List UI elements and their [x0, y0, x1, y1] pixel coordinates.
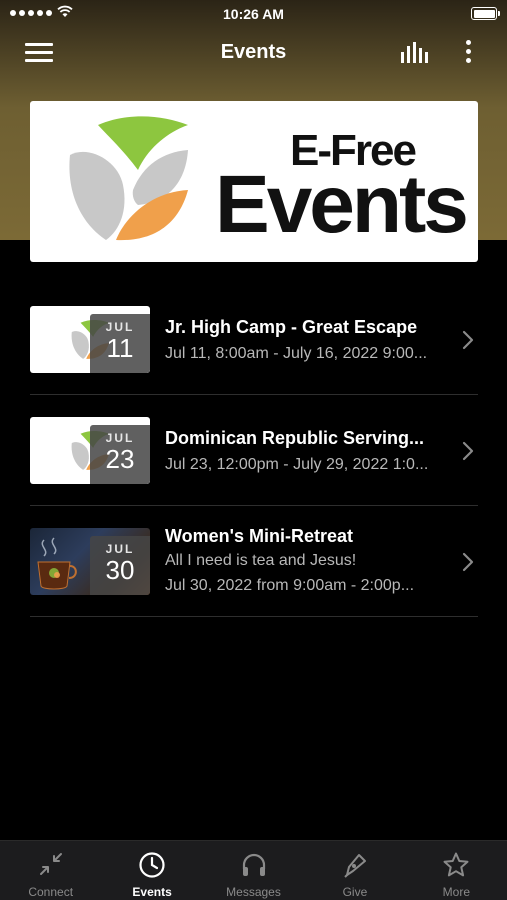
clock-icon	[139, 852, 165, 878]
status-bar: 10:26 AM	[0, 0, 507, 28]
headphones-icon	[242, 853, 265, 876]
tab-label: Connect	[28, 885, 74, 899]
date-month: JUL	[105, 542, 135, 556]
page-title: Events	[220, 41, 287, 63]
audio-bars-icon[interactable]	[400, 42, 430, 64]
tab-label: Messages	[226, 885, 281, 899]
date-day: 11	[106, 333, 134, 363]
date-day: 23	[105, 444, 135, 474]
event-thumbnail: JUL 11	[30, 306, 150, 373]
event-row-womens-retreat[interactable]: JUL 30 Women's Mini-Retreat All I need i…	[30, 506, 478, 617]
date-month: JUL	[105, 320, 135, 334]
date-badge: JUL 30	[90, 536, 150, 595]
pen-icon	[344, 854, 366, 878]
tab-label: Events	[132, 885, 172, 899]
tab-label: Give	[342, 885, 368, 899]
event-subtitle: All I need is tea and Jesus!	[165, 552, 357, 569]
battery-icon	[471, 7, 500, 20]
event-dates: Jul 23, 12:00pm - July 29, 2022 1:0...	[165, 456, 429, 473]
event-title: Dominican Republic Serving...	[165, 428, 425, 448]
date-month: JUL	[105, 431, 135, 445]
efree-logo-icon	[69, 116, 188, 241]
events-banner: E-Free Events	[30, 101, 478, 262]
event-list: JUL 11 Jr. High Camp - Great Escape Jul …	[30, 284, 478, 617]
chevron-right-icon	[462, 330, 474, 350]
tab-more[interactable]: More	[406, 841, 507, 900]
event-title: Women's Mini-Retreat	[165, 526, 353, 546]
event-dates: Jul 11, 8:00am - July 16, 2022 9:00...	[165, 345, 428, 362]
banner-title: Events	[215, 159, 469, 250]
event-thumbnail: JUL 23	[30, 417, 150, 484]
chevron-right-icon	[462, 441, 474, 461]
event-thumbnail-photo: JUL 30	[30, 528, 150, 595]
date-badge: JUL 23	[90, 425, 150, 484]
tab-bar: Connect Events Messages Give More	[0, 840, 507, 900]
event-title: Jr. High Camp - Great Escape	[165, 317, 418, 337]
chevron-right-icon	[462, 552, 474, 572]
date-day: 30	[105, 555, 135, 585]
event-row-jr-high-camp[interactable]: JUL 11 Jr. High Camp - Great Escape Jul …	[30, 284, 478, 395]
navigation-bar: Events	[0, 30, 507, 76]
event-dates: Jul 30, 2022 from 9:00am - 2:00p...	[165, 577, 415, 594]
tab-give[interactable]: Give	[304, 841, 405, 900]
tab-connect[interactable]: Connect	[0, 841, 101, 900]
tab-events[interactable]: Events	[101, 841, 202, 900]
status-time: 10:26 AM	[223, 6, 284, 22]
tea-cup-icon	[37, 537, 77, 590]
date-badge: JUL 11	[90, 314, 150, 373]
event-row-dominican-republic[interactable]: JUL 23 Dominican Republic Serving... Jul…	[30, 395, 478, 506]
tab-messages[interactable]: Messages	[203, 841, 304, 900]
star-icon	[443, 852, 469, 877]
connect-arrows-icon	[39, 853, 62, 875]
more-options-icon[interactable]	[458, 38, 478, 68]
tab-label: More	[442, 885, 470, 899]
